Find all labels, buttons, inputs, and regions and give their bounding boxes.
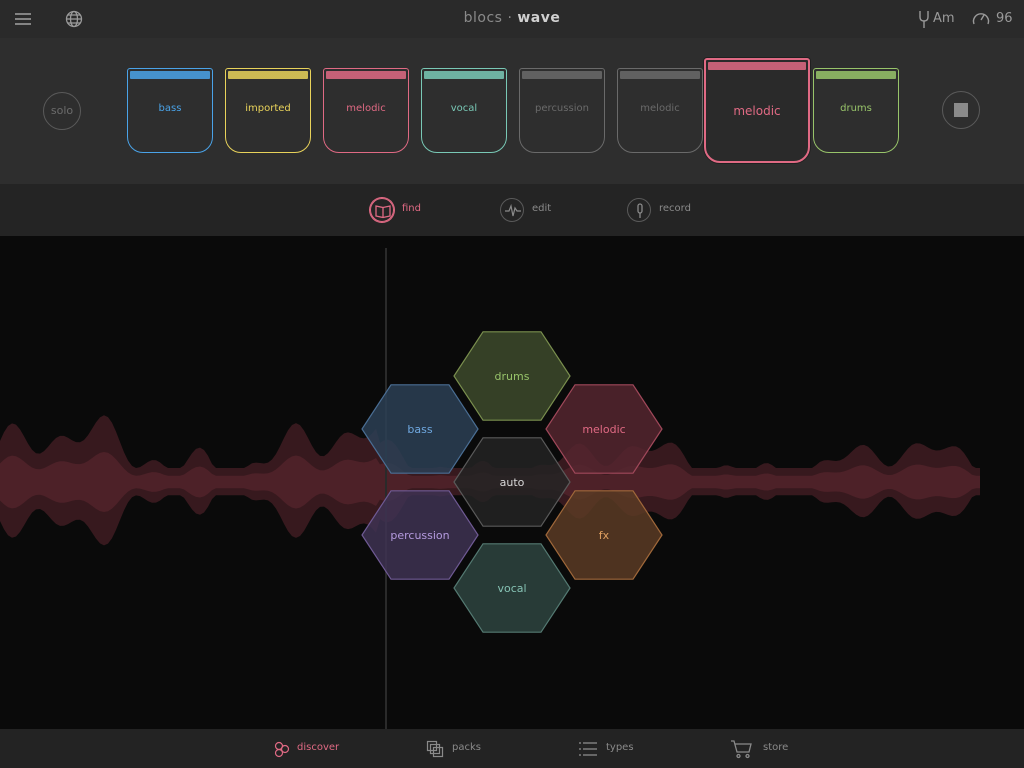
- hexagons-icon: [274, 741, 290, 758]
- solo-button[interactable]: solo: [43, 92, 81, 130]
- hex-drums-label: drums: [495, 370, 530, 383]
- nav-discover[interactable]: discover: [273, 739, 343, 759]
- bloc-vocal[interactable]: vocal: [421, 68, 507, 153]
- bloc-imported[interactable]: imported: [225, 68, 311, 153]
- bloc-bass[interactable]: bass: [127, 68, 213, 153]
- nav-discover-label: discover: [297, 742, 340, 753]
- bloc-drums[interactable]: drums: [813, 68, 899, 153]
- bloc-waveform: [816, 71, 896, 79]
- bloc-waveform: [708, 62, 806, 70]
- bloc-label: percussion: [535, 103, 589, 114]
- hex-auto-label: auto: [500, 476, 525, 489]
- key-value[interactable]: Am: [933, 11, 955, 26]
- hex-fx[interactable]: fx: [545, 490, 663, 580]
- bloc-waveform: [424, 71, 504, 79]
- mode-record-label: record: [659, 203, 691, 214]
- app-title-bold: wave: [517, 10, 561, 26]
- app-title-separator: ·: [507, 10, 513, 26]
- mode-bar: find edit record: [0, 184, 1024, 236]
- hex-melodic-label: melodic: [582, 423, 625, 436]
- bloc-percussion[interactable]: percussion: [519, 68, 605, 153]
- bloc-waveform: [620, 71, 700, 79]
- hex-bass-label: bass: [407, 423, 432, 436]
- nav-packs[interactable]: packs: [426, 739, 486, 759]
- mode-record[interactable]: record: [627, 198, 697, 222]
- hex-drums[interactable]: drums: [453, 331, 571, 421]
- book-icon: [370, 198, 394, 222]
- bloc-label: melodic: [733, 104, 781, 118]
- nav-types-label: types: [606, 742, 634, 753]
- stop-button[interactable]: [942, 91, 980, 129]
- bloc-waveform: [228, 71, 308, 79]
- bloc-waveform: [522, 71, 602, 79]
- discover-canvas: drums bass melodic auto percussion fx vocal: [0, 236, 1024, 729]
- bloc-label: melodic: [346, 103, 386, 114]
- tempo-gauge-icon[interactable]: [971, 9, 991, 29]
- bloc-label: melodic: [640, 103, 680, 114]
- mode-edit-label: edit: [532, 203, 552, 214]
- bloc-label: bass: [158, 103, 182, 114]
- bloc-melodic-selected[interactable]: melodic: [704, 58, 810, 163]
- bloc-label: imported: [245, 103, 291, 114]
- bloc-melodic-muted[interactable]: melodic: [617, 68, 703, 153]
- cart-icon: [731, 740, 752, 759]
- nav-store[interactable]: store: [730, 739, 792, 759]
- tuning-fork-icon[interactable]: [917, 9, 931, 29]
- list-icon: [579, 742, 597, 756]
- bloc-melodic[interactable]: melodic: [323, 68, 409, 153]
- packs-icon: [426, 740, 444, 758]
- hex-auto[interactable]: auto: [453, 437, 571, 527]
- nav-store-label: store: [763, 742, 789, 753]
- nav-types[interactable]: types: [578, 739, 638, 759]
- hex-vocal-label: vocal: [497, 582, 526, 595]
- app-title: blocs · wave: [0, 10, 1024, 26]
- hex-percussion[interactable]: percussion: [361, 490, 479, 580]
- hex-bass[interactable]: bass: [361, 384, 479, 474]
- tempo-value[interactable]: 96: [996, 11, 1013, 26]
- mode-find[interactable]: find: [370, 198, 440, 222]
- hex-melodic[interactable]: melodic: [545, 384, 663, 474]
- nav-packs-label: packs: [452, 742, 481, 753]
- app-title-light: blocs: [463, 10, 503, 26]
- bloc-label: vocal: [450, 103, 478, 114]
- bloc-waveform: [326, 71, 406, 79]
- bottom-nav: discover packs types store: [0, 729, 1024, 768]
- hex-vocal[interactable]: vocal: [453, 543, 571, 633]
- bloc-waveform: [130, 71, 210, 79]
- category-hex-grid: drums bass melodic auto percussion fx vocal: [361, 331, 663, 633]
- blocs-area: solo bass imported melodic vocal percuss…: [0, 38, 1024, 184]
- app-root: blocs · wave Am 96 solo bass imported me…: [0, 0, 1024, 768]
- top-bar: blocs · wave Am 96: [0, 0, 1024, 38]
- bloc-label: drums: [840, 103, 872, 114]
- stop-icon: [954, 103, 968, 117]
- mode-find-label: find: [402, 203, 421, 214]
- hex-fx-label: fx: [599, 529, 610, 542]
- microphone-icon: [627, 198, 651, 222]
- mode-edit[interactable]: edit: [500, 198, 560, 222]
- waveform-icon: [500, 198, 524, 222]
- hex-percussion-label: percussion: [390, 529, 449, 542]
